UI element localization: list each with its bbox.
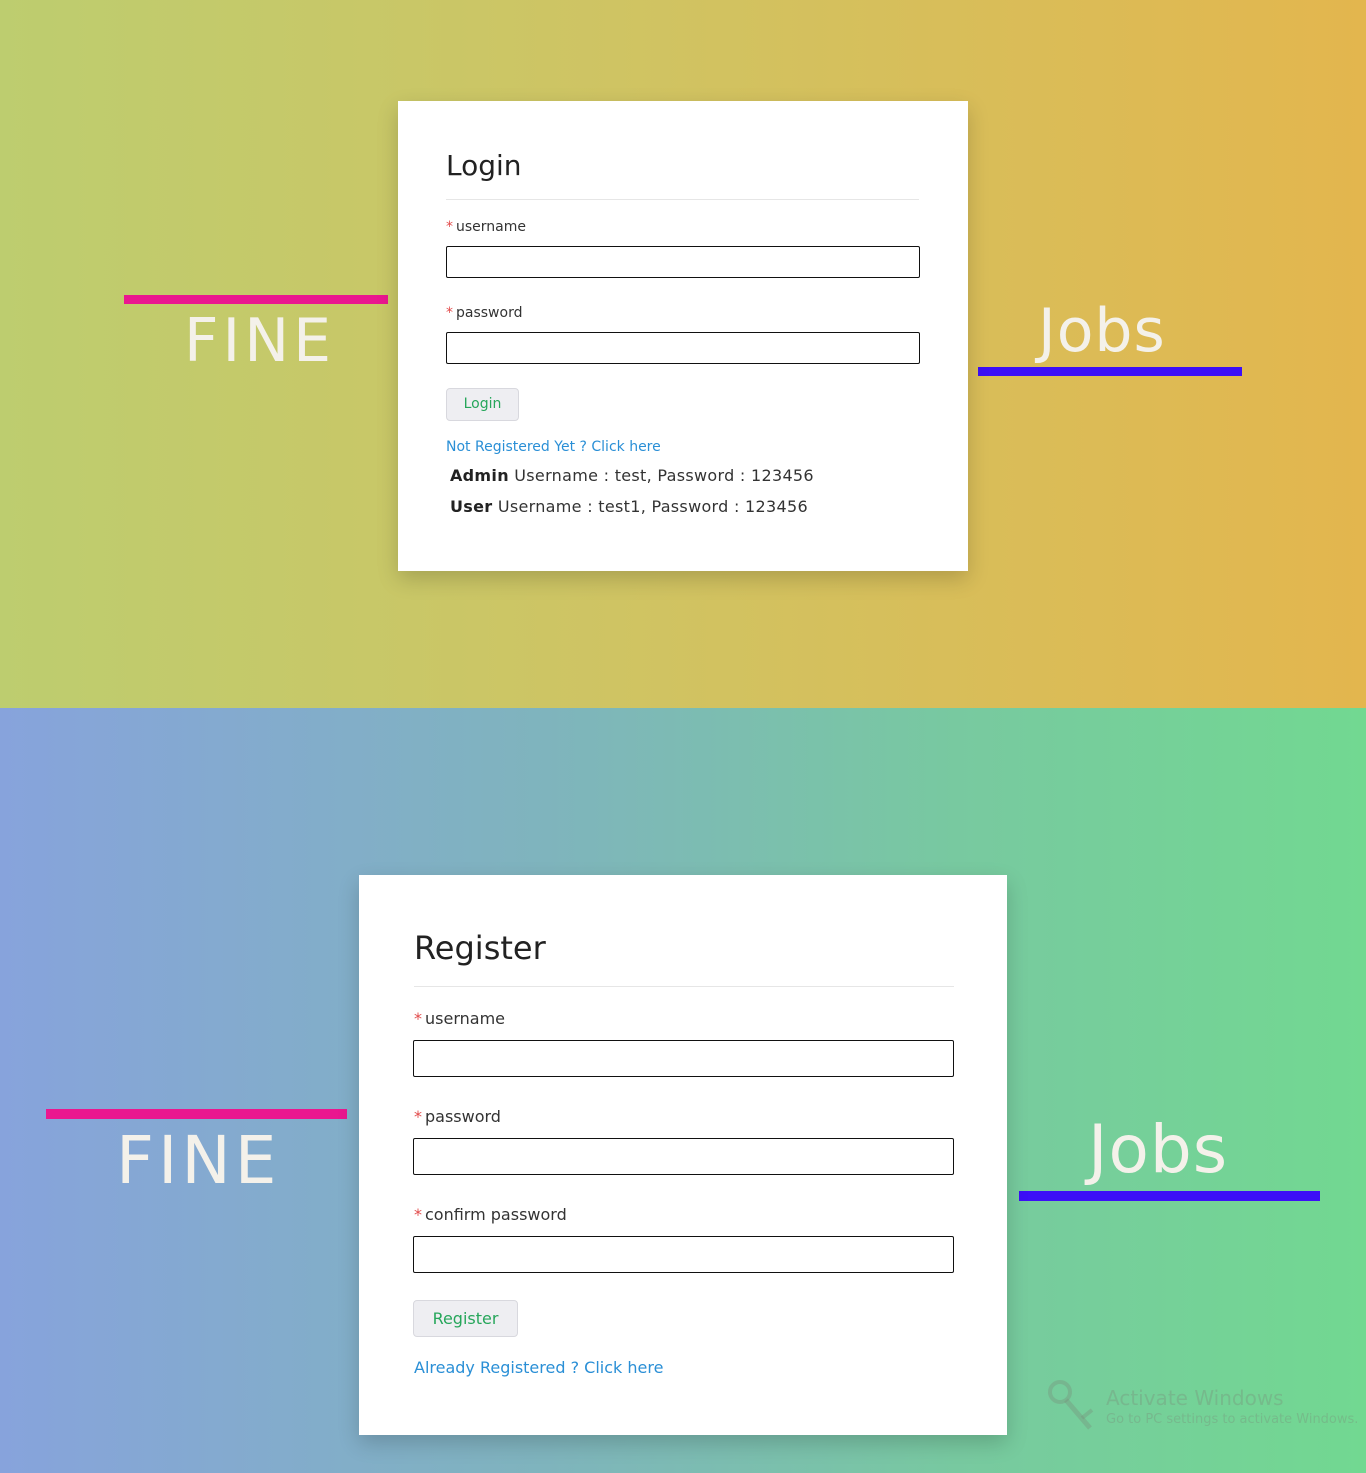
register-title-divider [414, 986, 954, 987]
register-card: Register * username * password * confirm pa… [359, 875, 1007, 1435]
activate-windows-watermark: Activate Windows Go to PC settings to ac… [1044, 1378, 1364, 1438]
register-link[interactable]: Not Registered Yet ? Click here [446, 439, 661, 455]
brand-fine-text: FINE [184, 306, 335, 376]
watermark-subtitle: Go to PC settings to activate Windows. [1106, 1412, 1359, 1427]
reg-confirm-label: * confirm password [414, 1205, 567, 1224]
fine-accent-bar [124, 295, 388, 304]
login-link[interactable]: Already Registered ? Click here [414, 1358, 663, 1377]
username-label-text: username [456, 219, 526, 235]
fine-accent-bar [46, 1109, 347, 1119]
username-input[interactable] [446, 246, 920, 278]
password-label-text: password [456, 305, 523, 321]
required-mark: * [414, 1009, 422, 1028]
reg-username-label-text: username [425, 1009, 505, 1028]
password-input[interactable] [446, 332, 920, 364]
register-button[interactable]: Register [413, 1300, 518, 1337]
register-view: FINE Jobs Register * username * password *… [0, 708, 1366, 1473]
reg-password-input[interactable] [413, 1138, 954, 1175]
reg-username-input[interactable] [413, 1040, 954, 1077]
reg-confirm-input[interactable] [413, 1236, 954, 1273]
brand-fine-text: FINE [116, 1122, 281, 1199]
register-title: Register [414, 929, 546, 967]
jobs-accent-bar [1019, 1191, 1320, 1201]
brand-jobs-text: Jobs [1088, 1111, 1229, 1188]
username-label: * username [446, 219, 526, 235]
login-title-divider [446, 199, 919, 200]
reg-password-label: * password [414, 1107, 501, 1126]
required-mark: * [446, 219, 453, 235]
reg-password-label-text: password [425, 1107, 501, 1126]
key-icon [1048, 1380, 1094, 1430]
admin-creds-text: Username : test, Password : 123456 [514, 466, 814, 485]
jobs-accent-bar [978, 367, 1242, 376]
admin-credentials: Admin Username : test, Password : 123456 [450, 466, 814, 485]
required-mark: * [414, 1205, 422, 1224]
password-label: * password [446, 305, 522, 321]
brand-jobs-text: Jobs [1038, 296, 1166, 366]
watermark-title: Activate Windows [1106, 1386, 1284, 1410]
login-title: Login [446, 149, 522, 182]
required-mark: * [414, 1107, 422, 1126]
user-role-label: User [450, 497, 493, 516]
login-button[interactable]: Login [446, 388, 519, 421]
login-view: FINE Jobs Login * username * password Logi… [0, 0, 1366, 708]
user-creds-text: Username : test1, Password : 123456 [497, 497, 808, 516]
reg-username-label: * username [414, 1009, 505, 1028]
reg-confirm-label-text: confirm password [425, 1205, 567, 1224]
admin-role-label: Admin [450, 466, 509, 485]
login-card: Login * username * password Login Not Regi… [398, 101, 968, 571]
required-mark: * [446, 305, 453, 321]
user-credentials: User Username : test1, Password : 123456 [450, 497, 808, 516]
